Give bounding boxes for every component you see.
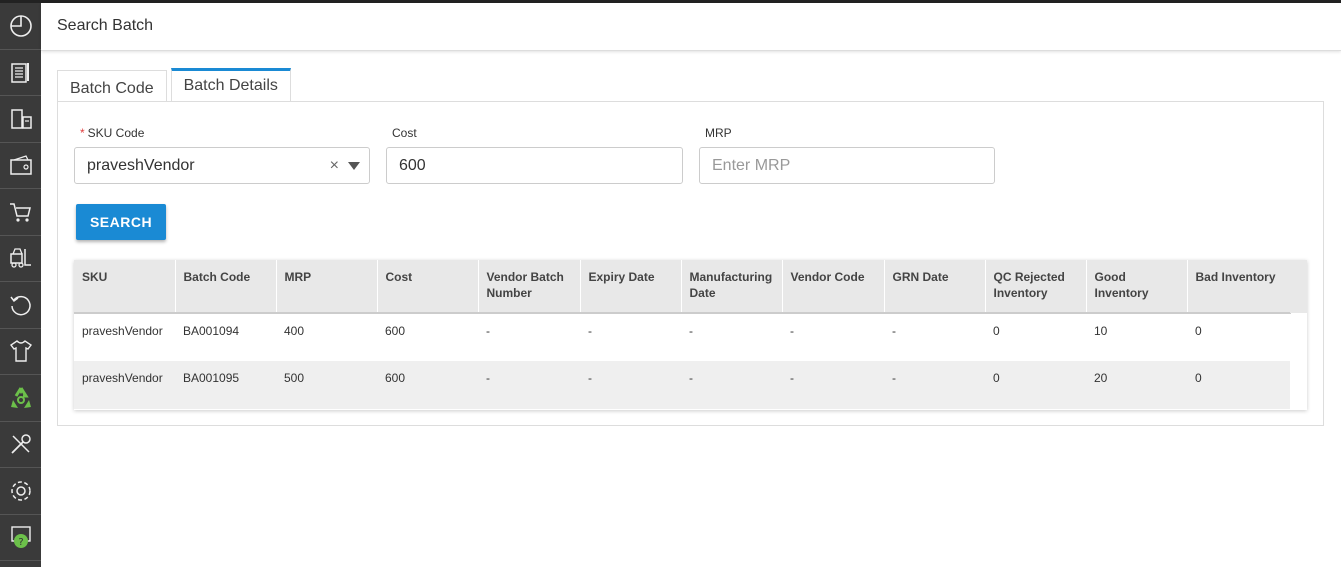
clear-icon[interactable]: × [330, 148, 339, 183]
forklift-icon [9, 248, 31, 268]
table-cell: 600 [385, 324, 406, 338]
table-cell: 600 [377, 361, 478, 409]
tab-batch-code[interactable]: Batch Code [57, 70, 167, 102]
tab-bar: Batch Code Batch Details [57, 68, 295, 102]
table-cell: - [892, 324, 896, 338]
results-table-container: SKU Batch Code MRP Cost Vendor Batch Num… [74, 260, 1307, 410]
table-cell: 0 [985, 361, 1086, 409]
table-row[interactable]: praveshVendor BA001094 400 600 - - - - -… [74, 313, 1290, 361]
cost-value: 600 [399, 157, 426, 174]
table-cell: praveshVendor [82, 324, 163, 338]
help-icon: ? [10, 526, 31, 549]
table-cell: 400 [284, 324, 305, 338]
mrp-field[interactable]: Enter MRP [699, 147, 995, 184]
table-cell: - [782, 361, 884, 409]
recycle-icon [10, 386, 31, 408]
sidebar-item-tools[interactable] [0, 422, 41, 468]
dashboard-icon [9, 14, 32, 37]
table-cell: 0 [1195, 324, 1202, 338]
table-cell: - [884, 361, 985, 409]
sidebar-item-recycle[interactable] [0, 375, 41, 422]
table-cell: - [790, 324, 794, 338]
sidebar-item-apparel[interactable] [0, 329, 41, 375]
table-cell: 0 [993, 324, 1000, 338]
sidebar-item-settings[interactable] [0, 468, 41, 515]
sidebar-item-documents[interactable] [0, 50, 41, 96]
sku-code-select[interactable]: praveshVendor × [74, 147, 370, 184]
sidebar: ? [0, 0, 41, 567]
table-cell: - [486, 324, 490, 338]
wallet-icon [9, 155, 32, 175]
sidebar-item-dashboard[interactable] [0, 3, 41, 50]
tools-icon [10, 434, 31, 454]
cart-icon [9, 203, 31, 222]
sku-code-label-text: SKU Code [87, 126, 145, 140]
table-cell: 10 [1094, 324, 1108, 338]
column-header[interactable]: Expiry Date [580, 260, 682, 314]
table-header-scroll-gutter [1290, 260, 1307, 313]
table-cell: - [681, 361, 782, 409]
chevron-down-icon[interactable] [348, 162, 360, 170]
column-header[interactable]: Vendor Code [782, 260, 885, 314]
batch-details-panel: * SKU Code praveshVendor × Cost 600 MRP E… [57, 101, 1324, 426]
table-cell: - [588, 324, 592, 338]
table-cell: praveshVendor [74, 361, 175, 409]
column-header[interactable]: SKU [74, 260, 176, 314]
table-cell: 500 [276, 361, 377, 409]
table-cell: - [580, 361, 681, 409]
tab-batch-details[interactable]: Batch Details [170, 68, 291, 102]
sku-code-label: * SKU Code [80, 126, 144, 140]
column-header[interactable]: QC Rejected Inventory [985, 260, 1087, 314]
table-cell: 20 [1086, 361, 1187, 409]
page-title: Search Batch [57, 17, 154, 34]
apparel-icon [9, 340, 32, 362]
column-header[interactable]: Bad Inventory [1187, 260, 1291, 314]
inventory-icon [10, 109, 32, 129]
required-mark: * [80, 126, 85, 140]
sidebar-item-forklift[interactable] [0, 236, 41, 282]
cost-label: Cost [392, 126, 417, 140]
table-cell: BA001094 [183, 324, 240, 338]
sku-code-value: praveshVendor [87, 157, 195, 174]
table-cell: - [689, 324, 693, 338]
mrp-placeholder: Enter MRP [712, 157, 791, 174]
search-button[interactable]: SEARCH [76, 204, 166, 240]
column-header[interactable]: MRP [276, 260, 378, 314]
column-header[interactable]: Good Inventory [1086, 260, 1188, 314]
table-row[interactable]: praveshVendor BA001095 500 600 - - - - -… [74, 361, 1290, 409]
page-header: Search Batch [41, 3, 1341, 51]
returns-icon [9, 295, 31, 316]
settings-icon [10, 481, 31, 501]
sidebar-item-inventory[interactable] [0, 96, 41, 143]
sidebar-item-help[interactable]: ? [0, 515, 41, 561]
column-header[interactable]: GRN Date [884, 260, 986, 314]
column-header[interactable]: Batch Code [175, 260, 277, 314]
sidebar-item-wallet[interactable] [0, 143, 41, 189]
table-cell: BA001095 [175, 361, 276, 409]
sidebar-item-cart[interactable] [0, 189, 41, 236]
column-header[interactable]: Cost [377, 260, 479, 314]
table-cell: - [478, 361, 580, 409]
documents-icon [10, 63, 29, 83]
svg-text:?: ? [18, 537, 23, 548]
cost-field[interactable]: 600 [386, 147, 683, 184]
sidebar-item-returns[interactable] [0, 282, 41, 329]
column-header[interactable]: Vendor Batch Number [478, 260, 581, 314]
table-cell: 0 [1187, 361, 1290, 409]
results-table: SKU Batch Code MRP Cost Vendor Batch Num… [74, 260, 1291, 409]
mrp-label: MRP [705, 126, 732, 140]
column-header[interactable]: Manufacturing Date [681, 260, 783, 314]
table-header-row: SKU Batch Code MRP Cost Vendor Batch Num… [74, 260, 1291, 314]
